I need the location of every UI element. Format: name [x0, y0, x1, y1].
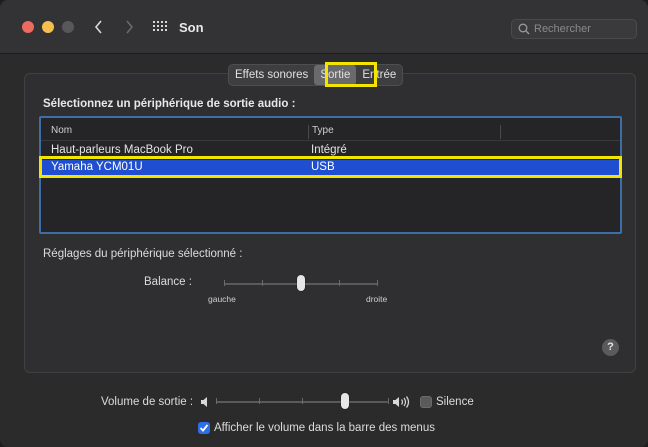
table-header: Nom Type — [41, 122, 620, 141]
balance-slider-thumb[interactable] — [297, 275, 305, 291]
window-title: Son — [179, 20, 204, 35]
annotation-highlight-selected-row — [39, 156, 622, 178]
mute-label: Silence — [436, 396, 474, 408]
title-bar: Son — [0, 0, 648, 54]
balance-left-label: gauche — [208, 294, 236, 304]
show-volume-in-menu-bar-checkbox[interactable] — [198, 422, 210, 434]
column-header-name[interactable]: Nom — [51, 125, 72, 136]
column-header-type[interactable]: Type — [312, 125, 334, 136]
output-volume-label: Volume de sortie : — [101, 396, 194, 408]
chevron-left-icon — [94, 20, 102, 34]
device-settings-heading: Réglages du périphérique sélectionné : — [43, 248, 243, 260]
checkmark-icon — [199, 424, 209, 432]
device-type: Intégré — [311, 144, 347, 156]
search-field[interactable] — [511, 19, 637, 39]
device-name: Haut-parleurs MacBook Pro — [51, 144, 193, 156]
show-all-grid-icon[interactable] — [153, 21, 167, 33]
search-icon — [518, 23, 530, 35]
zoom-button[interactable] — [62, 21, 74, 33]
speaker-high-icon — [393, 396, 410, 408]
help-button[interactable]: ? — [602, 339, 619, 356]
chevron-right-icon — [126, 20, 134, 34]
minimize-button[interactable] — [42, 21, 54, 33]
output-device-heading: Sélectionnez un périphérique de sortie a… — [43, 98, 296, 110]
system-preferences-window: Son Effets sonores Sortie Entrée Sélecti… — [0, 0, 648, 447]
back-button[interactable] — [88, 15, 110, 39]
annotation-highlight-output-tab — [325, 62, 377, 87]
balance-label: Balance : — [144, 276, 192, 288]
search-input[interactable] — [534, 23, 634, 35]
mute-checkbox[interactable] — [420, 396, 432, 408]
balance-right-label: droite — [366, 294, 388, 304]
column-divider — [500, 125, 501, 139]
speaker-low-icon — [201, 397, 207, 407]
close-button[interactable] — [22, 21, 34, 33]
show-volume-in-menu-bar-label: Afficher le volume dans la barre des men… — [214, 422, 435, 434]
column-divider — [308, 125, 309, 139]
volume-slider-thumb[interactable] — [341, 393, 349, 409]
tab-sound-effects[interactable]: Effets sonores — [229, 65, 314, 85]
forward-button[interactable] — [118, 15, 140, 39]
